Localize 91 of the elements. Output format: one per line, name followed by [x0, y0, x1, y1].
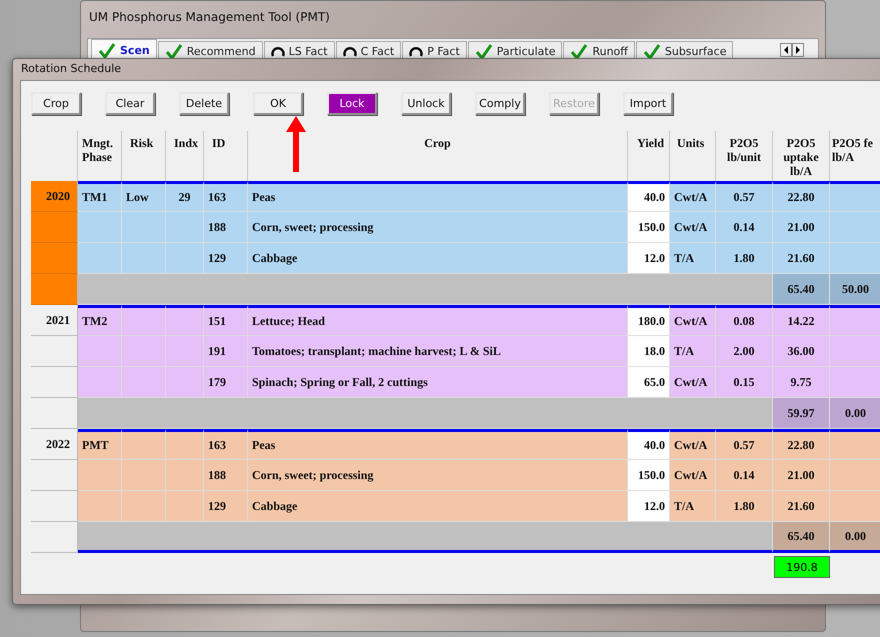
table-cell: Tomatoes; transplant; machine harvest; L & SiL [248, 336, 628, 367]
table-cell: Corn, sweet; processing [248, 212, 628, 243]
yield-field[interactable]: 12.0 [628, 491, 670, 522]
table-cell: Cwt/A [670, 429, 716, 460]
check-icon [474, 44, 493, 60]
check-icon [164, 44, 183, 60]
table-cell: 2.00 [716, 336, 773, 367]
table-cell: 22.80 [773, 429, 830, 460]
table-cell: 1.80 [716, 243, 773, 274]
table-cell: 0.14 [716, 460, 773, 491]
dialog-title: Rotation Schedule [20, 61, 122, 77]
yield-field[interactable]: 12.0 [628, 243, 670, 274]
toolbar-button[interactable]: Comply [475, 92, 525, 115]
yield-field[interactable]: 180.0 [628, 305, 670, 336]
yield-field[interactable]: 150.0 [628, 212, 670, 243]
table-cell: TM2 [78, 305, 122, 336]
table-cell: 21.60 [773, 243, 830, 274]
check-icon [642, 44, 661, 60]
check-icon [570, 44, 588, 60]
toolbar-button[interactable]: Delete [179, 92, 229, 115]
table-cell: PMT [78, 429, 122, 460]
check-icon [98, 42, 116, 58]
table-cell: 191 [204, 336, 248, 367]
table-cell: Spinach; Spring or Fall, 2 cuttings [248, 367, 628, 398]
window-title: UM Phosphorus Management Tool (PMT) [88, 9, 331, 26]
total-cell: 190.8 [774, 556, 830, 578]
table-cell: 0.08 [716, 305, 773, 336]
table-cell: T/A [670, 491, 716, 522]
table-cell [31, 398, 78, 429]
table-cell: 163 [204, 181, 248, 212]
table-cell: 22.80 [773, 181, 830, 212]
table-cell: Cwt/A [670, 367, 716, 398]
table-cell: Cabbage [248, 491, 628, 522]
table-cell [31, 274, 78, 305]
ring-icon [270, 44, 285, 58]
ring-icon [409, 44, 424, 58]
table-cell: 179 [204, 367, 248, 398]
table-cell: 1.80 [716, 491, 773, 522]
table-cell: Peas [248, 429, 628, 460]
table-cell: 0.00 [830, 398, 880, 429]
table-cell: T/A [670, 243, 716, 274]
yield-field[interactable]: 18.0 [628, 336, 670, 367]
table-cell [31, 522, 78, 553]
table-cell: 65.40 [773, 522, 830, 553]
table-cell: 188 [204, 212, 248, 243]
yield-field[interactable]: 150.0 [628, 460, 670, 491]
table-cell: 151 [204, 305, 248, 336]
table-cell: Cabbage [248, 243, 628, 274]
yield-field[interactable]: 65.0 [628, 367, 670, 398]
toolbar-button[interactable]: Lock [327, 92, 377, 115]
table-cell: Low [122, 181, 166, 212]
table-cell: 0.15 [716, 367, 773, 398]
table-cell: 0.00 [830, 522, 880, 553]
table-cell: Cwt/A [670, 305, 716, 336]
table-cell: Corn, sweet; processing [248, 460, 628, 491]
table-cell: 59.97 [773, 398, 830, 429]
toolbar-button[interactable]: Clear [105, 92, 155, 115]
table-cell: T/A [670, 336, 716, 367]
table-cell: 0.57 [716, 429, 773, 460]
table-cell: 21.00 [773, 212, 830, 243]
ring-icon [342, 44, 357, 58]
table-cell: 21.00 [773, 460, 830, 491]
table-cell: 65.40 [773, 274, 830, 305]
yield-field[interactable]: 40.0 [628, 181, 670, 212]
toolbar-button[interactable]: Unlock [401, 92, 451, 115]
table-cell: Cwt/A [670, 212, 716, 243]
table-cell: Cwt/A [670, 460, 716, 491]
table-cell: 163 [204, 429, 248, 460]
table-cell: TM1 [78, 181, 122, 212]
table-cell: 2020 [31, 181, 78, 212]
table-cell: 0.14 [716, 212, 773, 243]
table-cell: 14.22 [773, 305, 830, 336]
table-cell: Lettuce; Head [248, 305, 628, 336]
table-cell: 129 [204, 491, 248, 522]
table-cell: Peas [248, 181, 628, 212]
table-cell: 36.00 [773, 336, 830, 367]
table-cell: 0.57 [716, 181, 773, 212]
table-cell: 9.75 [773, 367, 830, 398]
table-cell: 2022 [31, 429, 78, 460]
table-cell: 50.00 [830, 274, 880, 305]
toolbar-button[interactable]: OK [253, 92, 303, 115]
arrow-icon [286, 116, 306, 172]
toolbar-button[interactable]: Crop [31, 92, 81, 115]
yield-field[interactable]: 40.0 [628, 429, 670, 460]
table-cell: 188 [204, 460, 248, 491]
table-cell: Cwt/A [670, 181, 716, 212]
toolbar-button[interactable]: Import [623, 92, 673, 115]
table-cell: 129 [204, 243, 248, 274]
table-cell: 21.60 [773, 491, 830, 522]
table-cell: 29 [166, 181, 204, 212]
table-cell: 2021 [31, 305, 78, 336]
